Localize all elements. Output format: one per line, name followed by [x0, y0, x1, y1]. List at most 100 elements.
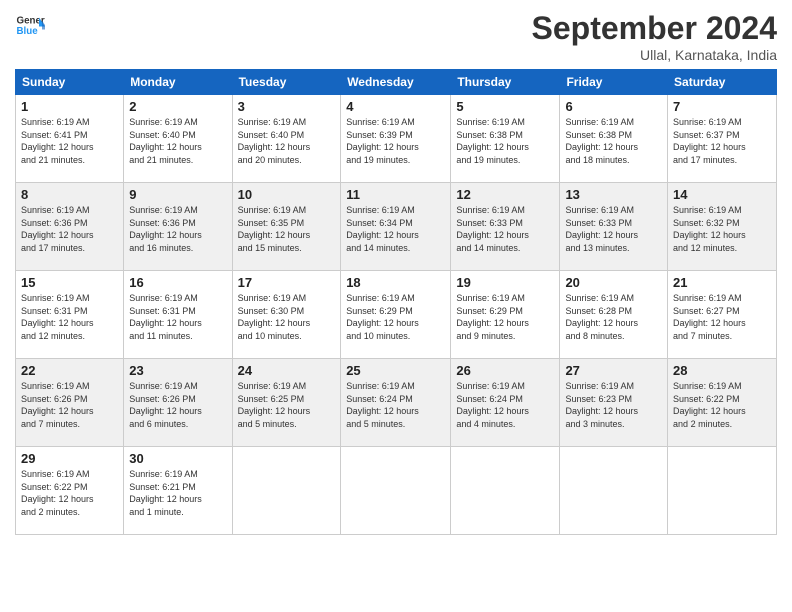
table-row: 19Sunrise: 6:19 AM Sunset: 6:29 PM Dayli…: [451, 271, 560, 359]
day-number: 9: [129, 187, 226, 202]
day-info: Sunrise: 6:19 AM Sunset: 6:41 PM Dayligh…: [21, 116, 118, 166]
day-info: Sunrise: 6:19 AM Sunset: 6:26 PM Dayligh…: [21, 380, 118, 430]
table-row: 18 Sunrise: 6:19 AM Sunset: 6:29 PM Dayli…: [341, 271, 451, 359]
day-info: Sunrise: 6:19 AM Sunset: 6:38 PM Dayligh…: [456, 116, 554, 166]
day-info: Sunrise: 6:19 AM Sunset: 6:29 PM Dayligh…: [346, 292, 445, 342]
day-info: Sunrise: 6:19 AM Sunset: 6:34 PM Dayligh…: [346, 204, 445, 254]
table-row: 16 Sunrise: 6:19 AM Sunset: 6:31 PM Dayli…: [124, 271, 232, 359]
table-row: 26 Sunrise: 6:19 AM Sunset: 6:24 PM Dayli…: [451, 359, 560, 447]
table-row: 28 Sunrise: 6:19 AM Sunset: 6:22 PM Dayli…: [668, 359, 777, 447]
day-info: Sunrise: 6:19 AM Sunset: 6:32 PM Dayligh…: [673, 204, 771, 254]
day-number: 24: [238, 363, 336, 378]
table-row: 25 Sunrise: 6:19 AM Sunset: 6:24 PM Dayli…: [341, 359, 451, 447]
header-thursday: Thursday: [451, 70, 560, 95]
day-number: 13: [565, 187, 662, 202]
day-info: Sunrise: 6:19 AM Sunset: 6:22 PM Dayligh…: [21, 468, 118, 518]
table-row: 22 Sunrise: 6:19 AM Sunset: 6:26 PM Dayli…: [16, 359, 124, 447]
day-number: 26: [456, 363, 554, 378]
day-number: 28: [673, 363, 771, 378]
table-row: 1 Sunrise: 6:19 AM Sunset: 6:41 PM Daylig…: [16, 95, 124, 183]
header-wednesday: Wednesday: [341, 70, 451, 95]
table-row: 7 Sunrise: 6:19 AM Sunset: 6:37 PM Daylig…: [668, 95, 777, 183]
day-info: Sunrise: 6:19 AM Sunset: 6:28 PM Dayligh…: [565, 292, 662, 342]
calendar-header-row: Sunday Monday Tuesday Wednesday Thursday…: [16, 70, 777, 95]
table-row: 20Sunrise: 6:19 AM Sunset: 6:28 PM Dayli…: [560, 271, 668, 359]
day-number: 18: [346, 275, 445, 290]
table-row: 4 Sunrise: 6:19 AM Sunset: 6:39 PM Daylig…: [341, 95, 451, 183]
day-number: 11: [346, 187, 445, 202]
table-row: 6Sunrise: 6:19 AM Sunset: 6:38 PM Daylig…: [560, 95, 668, 183]
logo-icon: General Blue: [15, 10, 45, 40]
day-info: Sunrise: 6:19 AM Sunset: 6:21 PM Dayligh…: [129, 468, 226, 518]
header-friday: Friday: [560, 70, 668, 95]
location-subtitle: Ullal, Karnataka, India: [532, 47, 777, 63]
header-tuesday: Tuesday: [232, 70, 341, 95]
day-number: 17: [238, 275, 336, 290]
day-number: 5: [456, 99, 554, 114]
day-number: 1: [21, 99, 118, 114]
day-number: 7: [673, 99, 771, 114]
day-number: 4: [346, 99, 445, 114]
day-number: 27: [565, 363, 662, 378]
table-row: 23 Sunrise: 6:19 AM Sunset: 6:26 PM Dayli…: [124, 359, 232, 447]
calendar-table: Sunday Monday Tuesday Wednesday Thursday…: [15, 69, 777, 535]
table-row: 27Sunrise: 6:19 AM Sunset: 6:23 PM Dayli…: [560, 359, 668, 447]
header-sunday: Sunday: [16, 70, 124, 95]
table-row: 14 Sunrise: 6:19 AM Sunset: 6:32 PM Dayli…: [668, 183, 777, 271]
day-info: Sunrise: 6:19 AM Sunset: 6:39 PM Dayligh…: [346, 116, 445, 166]
table-row: 5 Sunrise: 6:19 AM Sunset: 6:38 PM Daylig…: [451, 95, 560, 183]
table-row: 12 Sunrise: 6:19 AM Sunset: 6:33 PM Dayli…: [451, 183, 560, 271]
day-number: 23: [129, 363, 226, 378]
day-number: 16: [129, 275, 226, 290]
day-info: Sunrise: 6:19 AM Sunset: 6:24 PM Dayligh…: [346, 380, 445, 430]
day-info: Sunrise: 6:19 AM Sunset: 6:36 PM Dayligh…: [129, 204, 226, 254]
day-number: 29: [21, 451, 118, 466]
day-info: Sunrise: 6:19 AM Sunset: 6:35 PM Dayligh…: [238, 204, 336, 254]
day-info: Sunrise: 6:19 AM Sunset: 6:27 PM Dayligh…: [673, 292, 771, 342]
svg-text:Blue: Blue: [17, 26, 39, 37]
day-info: Sunrise: 6:19 AM Sunset: 6:33 PM Dayligh…: [565, 204, 662, 254]
header-saturday: Saturday: [668, 70, 777, 95]
day-info: Sunrise: 6:19 AM Sunset: 6:37 PM Dayligh…: [673, 116, 771, 166]
day-info: Sunrise: 6:19 AM Sunset: 6:22 PM Dayligh…: [673, 380, 771, 430]
table-row: 29 Sunrise: 6:19 AM Sunset: 6:22 PM Dayli…: [16, 447, 124, 535]
day-number: 19: [456, 275, 554, 290]
calendar-week-row: 8 Sunrise: 6:19 AM Sunset: 6:36 PM Daylig…: [16, 183, 777, 271]
table-row: 3Sunrise: 6:19 AM Sunset: 6:40 PM Daylig…: [232, 95, 341, 183]
table-row: 9 Sunrise: 6:19 AM Sunset: 6:36 PM Daylig…: [124, 183, 232, 271]
table-row: [232, 447, 341, 535]
table-row: 15 Sunrise: 6:19 AM Sunset: 6:31 PM Dayli…: [16, 271, 124, 359]
table-row: 10Sunrise: 6:19 AM Sunset: 6:35 PM Dayli…: [232, 183, 341, 271]
day-info: Sunrise: 6:19 AM Sunset: 6:30 PM Dayligh…: [238, 292, 336, 342]
table-row: 21Sunrise: 6:19 AM Sunset: 6:27 PM Dayli…: [668, 271, 777, 359]
day-number: 2: [129, 99, 226, 114]
day-number: 14: [673, 187, 771, 202]
day-number: 15: [21, 275, 118, 290]
table-row: 30 Sunrise: 6:19 AM Sunset: 6:21 PM Dayli…: [124, 447, 232, 535]
day-number: 30: [129, 451, 226, 466]
header: General Blue September 2024 Ullal, Karna…: [15, 10, 777, 63]
day-info: Sunrise: 6:19 AM Sunset: 6:31 PM Dayligh…: [21, 292, 118, 342]
day-info: Sunrise: 6:19 AM Sunset: 6:26 PM Dayligh…: [129, 380, 226, 430]
month-title: September 2024: [532, 10, 777, 47]
table-row: [451, 447, 560, 535]
table-row: 11 Sunrise: 6:19 AM Sunset: 6:34 PM Dayli…: [341, 183, 451, 271]
table-row: 24 Sunrise: 6:19 AM Sunset: 6:25 PM Dayli…: [232, 359, 341, 447]
header-monday: Monday: [124, 70, 232, 95]
day-info: Sunrise: 6:19 AM Sunset: 6:31 PM Dayligh…: [129, 292, 226, 342]
day-info: Sunrise: 6:19 AM Sunset: 6:40 PM Dayligh…: [238, 116, 336, 166]
day-number: 22: [21, 363, 118, 378]
day-number: 8: [21, 187, 118, 202]
table-row: 2 Sunrise: 6:19 AM Sunset: 6:40 PM Daylig…: [124, 95, 232, 183]
table-row: [341, 447, 451, 535]
table-row: [560, 447, 668, 535]
day-info: Sunrise: 6:19 AM Sunset: 6:38 PM Dayligh…: [565, 116, 662, 166]
logo: General Blue: [15, 10, 45, 40]
day-number: 12: [456, 187, 554, 202]
day-info: Sunrise: 6:19 AM Sunset: 6:40 PM Dayligh…: [129, 116, 226, 166]
day-info: Sunrise: 6:19 AM Sunset: 6:24 PM Dayligh…: [456, 380, 554, 430]
day-number: 25: [346, 363, 445, 378]
day-info: Sunrise: 6:19 AM Sunset: 6:36 PM Dayligh…: [21, 204, 118, 254]
day-info: Sunrise: 6:19 AM Sunset: 6:33 PM Dayligh…: [456, 204, 554, 254]
day-info: Sunrise: 6:19 AM Sunset: 6:25 PM Dayligh…: [238, 380, 336, 430]
